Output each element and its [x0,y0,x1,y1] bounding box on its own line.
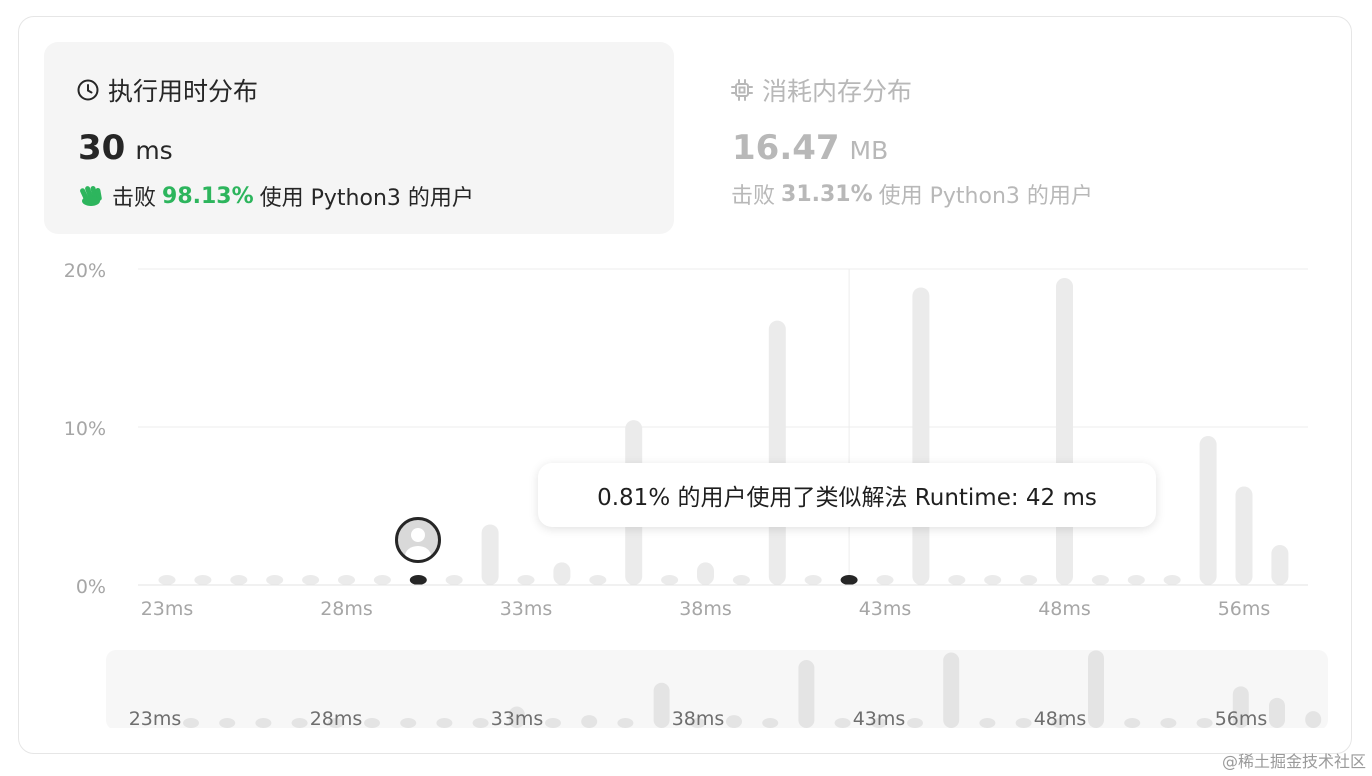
overview-bar [436,718,453,728]
overview-bar [1088,650,1104,728]
overview-tick-label: 33ms [491,708,544,730]
overview-bar [400,718,417,728]
overview-tick-label: 48ms [1034,708,1087,730]
overview-bar [1269,697,1285,728]
overview-bar [581,715,598,728]
overview-tick-label: 56ms [1215,708,1268,730]
overview-bar [834,718,851,728]
overview-bar [472,718,489,728]
overview-bar [907,718,923,728]
overview-tick-label: 38ms [672,708,725,730]
overview-bar [726,715,742,728]
overview-bar [1305,711,1322,728]
overview-bar [1015,718,1032,728]
overview-bar [545,718,561,728]
overview-bar [255,718,272,728]
watermark: @稀土掘金技术社区 [1221,752,1366,771]
overview-bar [798,660,815,728]
user-avatar [395,517,441,563]
overview-bar [943,652,960,728]
overview-bar [219,718,236,728]
overview-bar [653,682,670,728]
chart-overview-bars: 23ms 28ms 33ms 38ms 43ms 48ms 56ms [106,650,1328,738]
overview-bar [1160,718,1177,728]
overview-bar [979,718,996,728]
overview-bar [364,718,380,728]
overview-bar [617,718,634,728]
overview-bar [291,718,308,728]
overview-bar [183,718,199,728]
chart-tooltip: 0.81% 的用户使用了类似解法 Runtime: 42 ms [538,463,1156,527]
overview-tick-label: 28ms [310,708,363,730]
overview-bar [1196,718,1213,728]
overview-bar [1124,718,1141,728]
overview-tick-label: 43ms [853,708,906,730]
overview-bar [762,718,779,728]
overview-tick-label: 23ms [129,708,182,730]
